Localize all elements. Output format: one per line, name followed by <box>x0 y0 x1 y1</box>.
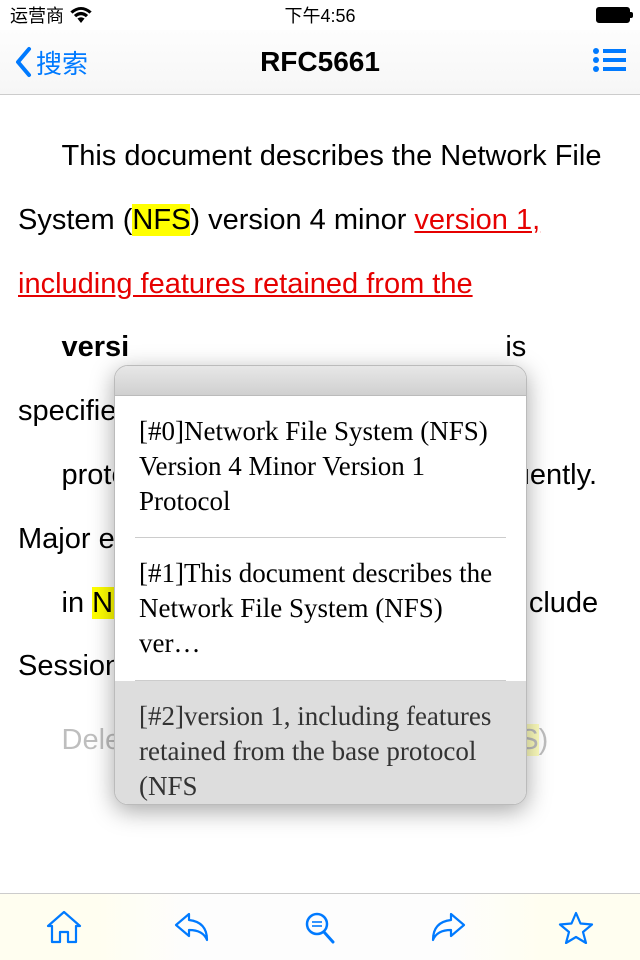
back-nav-button[interactable] <box>167 902 217 952</box>
highlight-nfs: NFS <box>132 204 190 236</box>
status-left: 运营商 <box>10 2 92 28</box>
popover-item-2[interactable]: [#2]version 1, including features retain… <box>115 681 526 805</box>
search-button[interactable] <box>295 902 345 952</box>
reply-left-icon <box>173 910 211 944</box>
chevron-left-icon <box>14 46 32 78</box>
forward-nav-button[interactable] <box>423 902 473 952</box>
back-button[interactable]: 搜索 <box>14 44 88 81</box>
popover-grip[interactable] <box>115 366 526 396</box>
favorite-button[interactable] <box>551 902 601 952</box>
toolbar <box>0 893 640 960</box>
search-icon <box>301 910 339 944</box>
text: in <box>62 587 93 619</box>
popover-item-0[interactable]: [#0]Network File System (NFS) Version 4 … <box>115 396 526 537</box>
reply-right-icon <box>429 910 467 944</box>
carrier-label: 运营商 <box>10 2 64 28</box>
text: ) version 4 minor <box>190 204 414 236</box>
search-results-popover: [#0]Network File System (NFS) Version 4 … <box>114 365 527 805</box>
page-title: RFC5661 <box>260 46 380 78</box>
star-icon <box>557 910 595 944</box>
toc-button[interactable] <box>592 47 626 78</box>
nav-bar: 搜索 RFC5661 <box>0 30 640 95</box>
status-bar: 运营商 下午4:56 <box>0 0 640 30</box>
home-button[interactable] <box>39 902 89 952</box>
popover-item-1[interactable]: [#1]This document describes the Network … <box>115 538 526 679</box>
wifi-icon <box>70 7 92 23</box>
list-icon <box>592 47 626 73</box>
paragraph: This document describes the Network File… <box>18 125 622 316</box>
text: versi <box>62 331 130 363</box>
status-time: 下午4:56 <box>284 2 355 28</box>
back-label: 搜索 <box>36 44 88 81</box>
home-icon <box>45 910 83 944</box>
battery-icon <box>596 7 630 23</box>
text: ) <box>539 724 549 756</box>
